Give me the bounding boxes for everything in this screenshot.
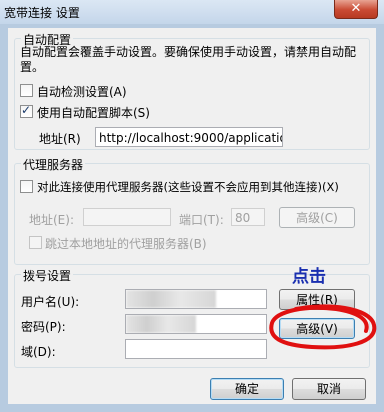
proxy-legend: 代理服务器 [21,156,86,173]
auto-detect-label: 自动检测设置(A) [37,85,127,99]
proxy-port-label: 端口(T): [179,213,224,227]
window-title: 宽带连接 设置 [4,6,80,20]
domain-field[interactable] [125,339,267,359]
domain-label: 域(D): [21,345,56,359]
auto-detect-checkbox[interactable] [20,84,33,97]
dialup-legend: 拨号设置 [21,267,74,284]
password-label: 密码(P): [21,320,66,334]
proxy-port-field[interactable]: 80 [231,208,265,226]
bypass-local-checkbox[interactable] [29,236,42,249]
bypass-local-label: 跳过本地地址的代理服务器(B) [45,237,207,251]
auto-config-description: 自动配置会覆盖手动设置。要确保使用手动设置，请禁用自动配置。 [20,45,357,74]
auto-config-group: 自动配置 自动配置会覆盖手动设置。要确保使用手动设置，请禁用自动配置。 自动检测… [14,31,370,150]
ok-button[interactable]: 确定 [210,378,284,400]
auto-script-checkbox[interactable] [20,103,33,118]
username-redacted [126,290,216,308]
username-label: 用户名(U): [21,295,80,309]
proxy-address-label: 地址(E): [29,213,74,227]
auto-script-label: 使用自动配置脚本(S) [37,106,150,120]
auto-script-address-label: 地址(R) [39,132,81,146]
proxy-group: 代理服务器 对此连接使用代理服务器(这些设置不会应用到其他连接)(X) 地址(E… [14,156,370,265]
password-redacted [126,315,196,333]
use-proxy-label: 对此连接使用代理服务器(这些设置不会应用到其他连接)(X) [37,180,339,194]
close-icon: ✕ [350,1,362,16]
username-field[interactable] [125,289,267,309]
annotation-circle [269,304,377,350]
use-proxy-checkbox[interactable] [20,180,33,193]
click-annotation-text: 点击 [292,267,326,287]
proxy-advanced-button[interactable]: 高级(C) [279,207,355,228]
proxy-address-field[interactable] [83,208,171,226]
auto-script-address-field[interactable]: http://localhost:9000/applicatio [95,127,283,147]
close-button[interactable]: ✕ [334,0,378,19]
title-bar: 宽带连接 设置 ✕ [0,0,384,24]
cancel-button[interactable]: 取消 [292,378,366,400]
dialog-window: 宽带连接 设置 ✕ 自动配置 自动配置会覆盖手动设置。要确保使用手动设置，请禁用… [0,0,384,412]
password-field[interactable] [125,314,267,334]
annotation-circle-stroke [269,304,377,350]
